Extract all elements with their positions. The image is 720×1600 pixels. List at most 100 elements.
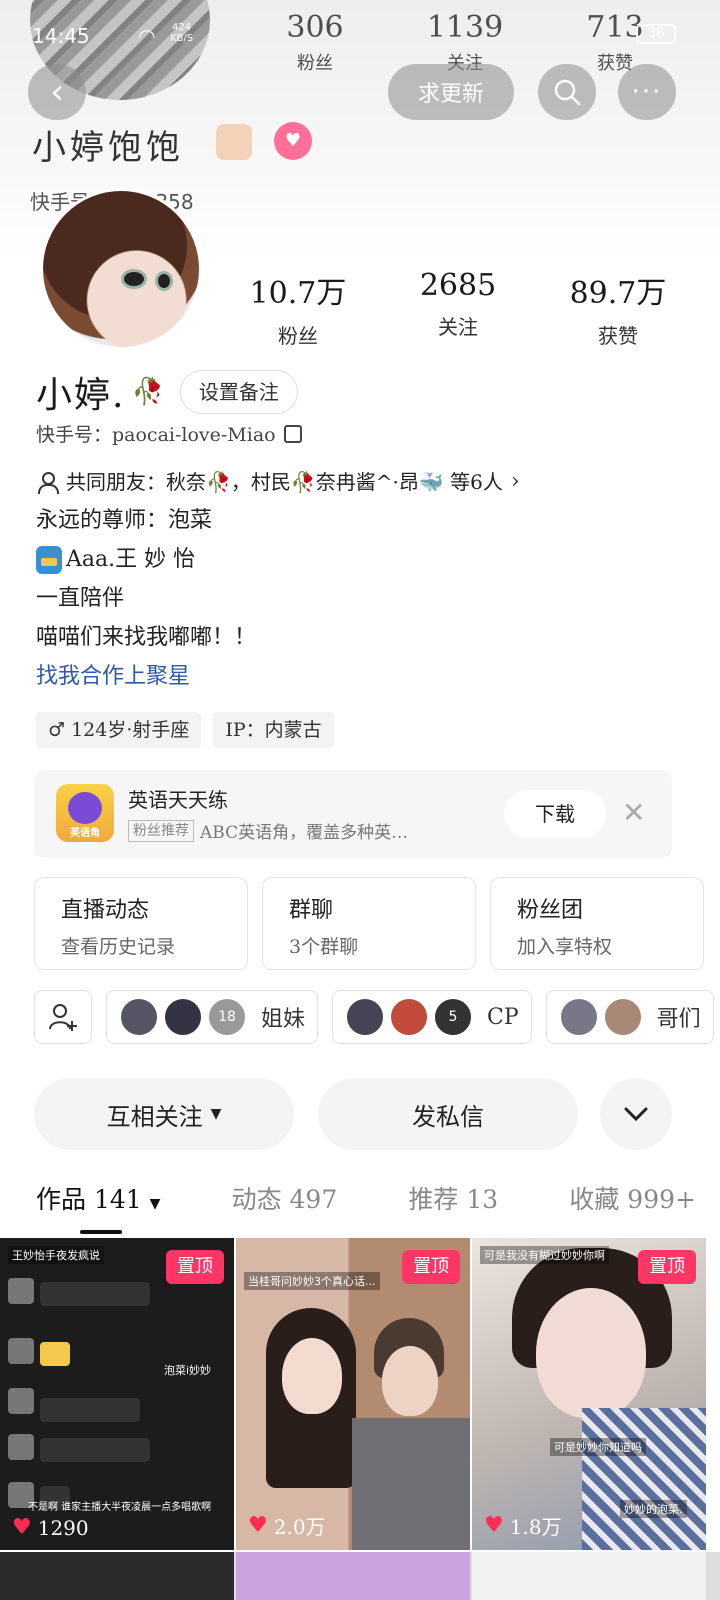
feature-cards: 直播动态 查看历史记录 群聊 3个群聊 粉丝团 加入享特权 bbox=[34, 877, 704, 970]
member-avatar bbox=[558, 997, 599, 1037]
member-avatar bbox=[345, 997, 386, 1037]
more-dots-icon: ··· bbox=[631, 77, 663, 107]
ad-subtitle: 粉丝推荐 ABC英语角，覆盖多种英… bbox=[128, 818, 408, 843]
heart-icon: ♥ bbox=[274, 122, 312, 160]
tab-moments[interactable]: 动态 497 bbox=[232, 1180, 338, 1216]
chat-avatar bbox=[8, 1434, 34, 1460]
tab-recommend[interactable]: 推荐 13 bbox=[408, 1180, 498, 1216]
pinned-badge: 置顶 bbox=[402, 1250, 460, 1284]
profile-avatar[interactable] bbox=[40, 188, 202, 350]
video-thumbnail[interactable]: 可是我没有糊过妙妙你啊 可是妙妙你知道吗 妙妙的泡菜. 置顶 ♥ 1.8万 bbox=[472, 1238, 706, 1550]
group-chat-card[interactable]: 群聊 3个群聊 bbox=[262, 877, 476, 970]
brothers-chip[interactable]: 哥们 bbox=[545, 990, 714, 1044]
chat-bubble bbox=[40, 1438, 150, 1462]
close-icon[interactable]: ✕ bbox=[622, 796, 645, 829]
chat-bubble bbox=[40, 1342, 70, 1366]
bio-line: 一直陪伴 bbox=[36, 585, 125, 611]
member-avatar bbox=[602, 997, 643, 1037]
mutual-friends-text: 共同朋友：秋奈🥀，村民🥀奈冉酱^·昂🐳 等6人 bbox=[66, 469, 503, 494]
bio: 共同朋友：秋奈🥀，村民🥀奈冉酱^·昂🐳 等6人 › 永远的尊师：泡菜 Aaa.王… bbox=[36, 462, 696, 696]
mutual-friends-row[interactable]: 共同朋友：秋奈🥀，村民🥀奈冉酱^·昂🐳 等6人 › bbox=[36, 462, 696, 501]
person-icon bbox=[36, 471, 59, 494]
chat-bubble bbox=[40, 1398, 140, 1422]
back-button[interactable]: ‹ bbox=[28, 64, 86, 120]
cooperation-link[interactable]: 找我合作上聚星 bbox=[36, 657, 696, 696]
chat-avatar bbox=[8, 1338, 34, 1364]
set-remark-button[interactable]: 设置备注 bbox=[179, 370, 298, 414]
fan-club-card[interactable]: 粉丝团 加入享特权 bbox=[490, 877, 704, 970]
video-thumbnail[interactable] bbox=[236, 1552, 470, 1600]
app-icon: 英语角 bbox=[56, 784, 114, 842]
stat-fans[interactable]: 10.7万 粉丝 bbox=[218, 268, 378, 349]
video-grid: 王妙怡手夜发疯说 泡菜i妙妙 不是啊 谁家主播大半夜凌晨一点多唱歌啊 置顶 ♥ 1… bbox=[0, 1238, 720, 1550]
pinned-badge: 置顶 bbox=[638, 1250, 696, 1284]
caret-down-icon: ▼ bbox=[210, 1106, 222, 1122]
member-avatar bbox=[389, 997, 430, 1037]
search-icon bbox=[554, 79, 581, 106]
video-figure bbox=[536, 1288, 646, 1418]
stat-following[interactable]: 2685 关注 bbox=[378, 268, 538, 349]
add-friend-button[interactable] bbox=[34, 990, 92, 1044]
video-bottom-text: 妙妙的泡菜. bbox=[620, 1500, 687, 1518]
request-update-button[interactable]: 求更新 bbox=[388, 64, 514, 120]
add-person-icon bbox=[49, 1004, 77, 1031]
rose-icon: 🥀 bbox=[131, 377, 164, 407]
wifi-icon: ◠ bbox=[138, 24, 156, 48]
stat-likes[interactable]: 89.7万 获赞 bbox=[538, 268, 698, 349]
video-caption: 王妙怡手夜发疯说 bbox=[8, 1246, 104, 1264]
chat-avatar bbox=[8, 1388, 34, 1414]
video-figure bbox=[282, 1338, 342, 1414]
backpack-icon bbox=[36, 545, 62, 574]
bio-line: Aaa.王 妙 怡 bbox=[36, 540, 696, 579]
video-figure bbox=[582, 1408, 706, 1550]
video-mid-text: 可是妙妙你知道吗 bbox=[550, 1438, 646, 1456]
expand-button[interactable] bbox=[600, 1078, 672, 1150]
profile-name: 小婷. bbox=[36, 375, 126, 416]
video-thumbnail[interactable]: 当桂哥问妙妙3个真心话... 置顶 ♥ 2.0万 bbox=[236, 1238, 470, 1550]
send-message-button[interactable]: 发私信 bbox=[318, 1078, 578, 1150]
more-button[interactable]: ··· bbox=[618, 64, 676, 120]
video-thumbnail[interactable] bbox=[472, 1552, 706, 1600]
chevron-left-icon: ‹ bbox=[50, 72, 64, 112]
ad-badge: 粉丝推荐 bbox=[128, 819, 194, 842]
video-caption: 可是我没有糊过妙妙你啊 bbox=[480, 1246, 609, 1264]
heart-icon: ♥ bbox=[248, 1513, 268, 1538]
status-bar: 14:45 ◠ 424 KB/S 36 bbox=[0, 18, 720, 52]
chat-avatar bbox=[8, 1278, 34, 1304]
status-time: 14:45 bbox=[32, 24, 90, 48]
ip-location-tag: IP：内蒙古 bbox=[213, 712, 334, 748]
like-count: ♥ 1.8万 bbox=[484, 1513, 562, 1539]
background-name: 小婷饱饱 bbox=[32, 128, 184, 168]
network-speed: 424 KB/S bbox=[170, 22, 194, 44]
name-row: 小婷. 🥀 设置备注 bbox=[36, 366, 298, 418]
kuaishou-id-row: 快手号：paocai-love-Miao bbox=[36, 420, 302, 447]
like-count: ♥ 2.0万 bbox=[248, 1513, 326, 1539]
heart-icon: ♥ bbox=[12, 1515, 32, 1540]
like-count: ♥ 1290 bbox=[12, 1515, 89, 1540]
cp-chip[interactable]: 5 CP bbox=[332, 990, 532, 1044]
copy-icon[interactable] bbox=[283, 424, 302, 443]
video-bottom-text: 不是啊 谁家主播大半夜凌晨一点多唱歌啊 bbox=[28, 1502, 212, 1513]
next-row-thumbnails bbox=[0, 1552, 720, 1600]
sisters-chip[interactable]: 18 姐妹 bbox=[106, 990, 319, 1044]
mutual-follow-button[interactable]: 互相关注 ▼ bbox=[34, 1078, 294, 1150]
member-avatar bbox=[163, 997, 203, 1037]
tab-favorites[interactable]: 收藏 999+ bbox=[569, 1180, 696, 1216]
live-history-card[interactable]: 直播动态 查看历史记录 bbox=[34, 877, 248, 970]
relationship-chips: 18 姐妹 5 CP 哥们 bbox=[106, 990, 714, 1044]
video-thumbnail[interactable] bbox=[0, 1552, 234, 1600]
app-ad-card[interactable]: 英语角 英语天天练 粉丝推荐 ABC英语角，覆盖多种英… 下载 ✕ bbox=[34, 770, 672, 858]
member-avatar: 18 bbox=[207, 997, 247, 1037]
member-avatar bbox=[119, 997, 159, 1037]
bio-line: 喵喵们来找我嘟嘟！！ bbox=[36, 624, 257, 650]
tab-works[interactable]: 作品 141 ▼ bbox=[36, 1180, 160, 1216]
profile-tags: ♂ 124岁·射手座 IP：内蒙古 bbox=[36, 712, 334, 748]
profile-stats: 10.7万 粉丝 2685 关注 89.7万 获赞 bbox=[218, 268, 698, 349]
pinned-badge: 置顶 bbox=[166, 1250, 224, 1284]
video-caption: 当桂哥问妙妙3个真心话... bbox=[244, 1272, 380, 1290]
video-tag-text: 泡菜i妙妙 bbox=[164, 1364, 212, 1377]
search-button[interactable] bbox=[538, 64, 596, 120]
heart-icon: ♥ bbox=[484, 1513, 504, 1538]
video-thumbnail[interactable]: 王妙怡手夜发疯说 泡菜i妙妙 不是啊 谁家主播大半夜凌晨一点多唱歌啊 置顶 ♥ 1… bbox=[0, 1238, 234, 1550]
download-button[interactable]: 下载 bbox=[504, 790, 606, 838]
